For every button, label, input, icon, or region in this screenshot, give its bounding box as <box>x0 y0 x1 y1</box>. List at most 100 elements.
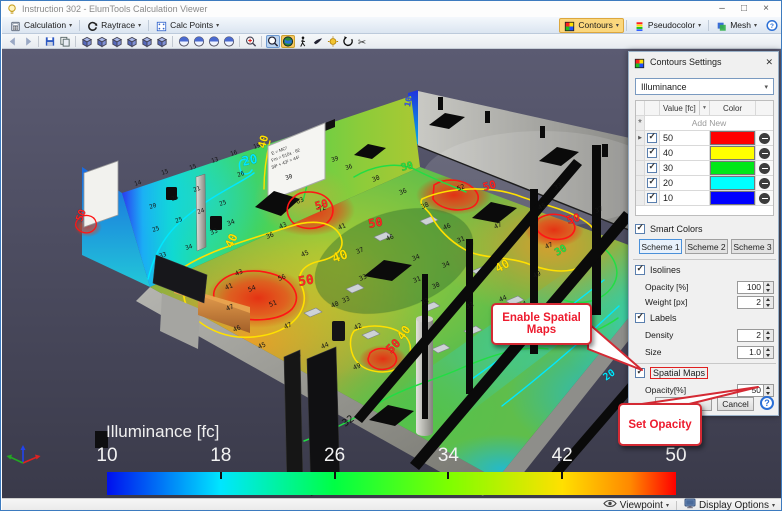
menu-calculation[interactable]: Calculation▾ <box>5 18 77 33</box>
menu-raytrace[interactable]: Raytrace▾ <box>82 18 146 33</box>
menu-separator <box>626 20 627 31</box>
remove-row-button[interactable] <box>759 163 770 174</box>
isolines-label: Isolines <box>650 265 681 275</box>
toolbar-separator <box>239 36 240 47</box>
color-swatch[interactable] <box>710 176 755 190</box>
toolbar-zoom-button[interactable] <box>266 35 280 48</box>
remove-row-button[interactable] <box>759 133 770 144</box>
remove-row-button[interactable] <box>759 178 770 189</box>
value-label: 50 <box>367 215 384 231</box>
toolbar-view-cube-button[interactable] <box>80 35 94 48</box>
toolbar-zoom-window-button[interactable] <box>244 35 258 48</box>
chevron-down-icon: ▾ <box>216 22 219 29</box>
toolbar-sun-button[interactable] <box>326 35 340 48</box>
contour-row[interactable]: ✓30 <box>636 161 773 176</box>
toolbar-view-cube-button[interactable] <box>95 35 109 48</box>
toolbar-copy-button[interactable] <box>58 35 72 48</box>
toolbar-cut-button[interactable]: ✂ <box>356 35 370 48</box>
toolbar-view-cube-button[interactable] <box>140 35 154 48</box>
menu-pseudocolor[interactable]: Pseudocolor▾ <box>629 18 706 33</box>
contour-color-cell <box>710 161 756 175</box>
cancel-button[interactable]: Cancel <box>717 397 754 411</box>
metric-dropdown[interactable]: Illuminance ▾ <box>635 78 774 95</box>
spatial-maps-checkbox[interactable]: ✓ <box>635 368 645 378</box>
toolbar-walk-button[interactable] <box>296 35 310 48</box>
remove-cell <box>756 146 773 160</box>
contour-row-checkbox[interactable]: ✓ <box>647 148 657 158</box>
toolbar-forward-arrow-button[interactable] <box>21 35 35 48</box>
contour-value: 40 <box>660 146 710 160</box>
spinner[interactable] <box>764 384 774 397</box>
color-swatch[interactable] <box>710 146 755 160</box>
value-label: 10 <box>403 96 414 107</box>
contour-value: 10 <box>660 191 710 205</box>
help-icon[interactable]: ? <box>766 19 778 31</box>
maximize-button[interactable]: □ <box>733 2 755 16</box>
contour-row-checkbox[interactable]: ✓ <box>647 178 657 188</box>
toolbar-view-cube-button[interactable] <box>110 35 124 48</box>
column-header-label: Color <box>723 104 742 113</box>
remove-row-button[interactable] <box>759 148 770 159</box>
add-new-row[interactable]: *Add New <box>636 116 773 131</box>
contour-row[interactable]: ✓10 <box>636 191 773 206</box>
spinner[interactable] <box>764 281 774 294</box>
title-bar: Instruction 302 - ElumTools Calculation … <box>2 1 781 17</box>
contour-row-checkbox[interactable]: ✓ <box>647 193 657 203</box>
scheme-button-scheme-3[interactable]: Scheme 3 <box>731 239 774 254</box>
toolbar-orbit-button[interactable] <box>222 35 236 48</box>
contour-row[interactable]: ▶✓50 <box>636 131 773 146</box>
contour-row-checkbox[interactable]: ✓ <box>647 133 657 143</box>
spinner[interactable] <box>764 346 774 359</box>
remove-row-button[interactable] <box>759 193 770 204</box>
toolbar-orbit-button[interactable] <box>177 35 191 48</box>
smart-colors-checkbox[interactable]: ✓ <box>635 224 645 234</box>
menu-calc-points[interactable]: Calc Points▾ <box>151 18 224 33</box>
toolbar-orbit-button[interactable] <box>192 35 206 48</box>
toolbar-fly-button[interactable] <box>311 35 325 48</box>
row-marker <box>636 146 645 160</box>
toolbar-orbit-button[interactable] <box>207 35 221 48</box>
sort-dropdown-icon[interactable]: ▼ <box>699 101 709 115</box>
isolines-opacity-label: Opacity [%] <box>645 282 737 292</box>
toolbar-save-button[interactable] <box>43 35 57 48</box>
spinner[interactable] <box>764 296 774 309</box>
panel-header[interactable]: Contours Settings ✕ <box>629 52 778 72</box>
divider <box>633 363 776 364</box>
toolbar-back-arrow-button[interactable] <box>6 35 20 48</box>
labels-checkbox[interactable]: ✓ <box>635 313 645 323</box>
scheme-button-scheme-2[interactable]: Scheme 2 <box>685 239 728 254</box>
scheme-buttons: Scheme 1Scheme 2Scheme 3 <box>639 239 774 254</box>
menu-contours[interactable]: Contours▾ <box>559 18 624 33</box>
spinner[interactable] <box>764 329 774 342</box>
panel-close-icon[interactable]: ✕ <box>765 57 773 68</box>
labels-density-input[interactable]: 2 <box>737 329 774 342</box>
isolines-opacity-input[interactable]: 100 <box>737 281 774 294</box>
scheme-button-scheme-1[interactable]: Scheme 1 <box>639 239 682 254</box>
display-options-button[interactable]: Display Options ▾ <box>684 498 775 511</box>
row-checkbox-cell: ✓ <box>645 131 660 145</box>
minimize-button[interactable]: – <box>711 2 733 16</box>
legend-tick-label: 50 <box>665 445 686 467</box>
close-button[interactable]: × <box>755 2 777 16</box>
contour-row[interactable]: ✓20 <box>636 176 773 191</box>
contour-row-checkbox[interactable]: ✓ <box>647 163 657 173</box>
toolbar-view-cube-button[interactable] <box>155 35 169 48</box>
toolbar-rotate-button[interactable] <box>341 35 355 48</box>
isolines-weight-input[interactable]: 2 <box>737 296 774 309</box>
callout-set-opacity: Set Opacity <box>618 403 702 446</box>
contour-value: 50 <box>660 131 710 145</box>
viewpoint-button[interactable]: Viewpoint ▾ <box>603 499 669 511</box>
color-swatch[interactable] <box>710 161 755 175</box>
contour-row[interactable]: ✓40 <box>636 146 773 161</box>
color-swatch[interactable] <box>710 191 755 205</box>
menu-mesh[interactable]: Mesh▾ <box>711 18 762 33</box>
toolbar-globe-button[interactable] <box>281 35 295 48</box>
value-label: 50 <box>297 272 315 290</box>
labels-size-input[interactable]: 1.0 <box>737 346 774 359</box>
isolines-checkbox[interactable]: ✓ <box>635 265 645 275</box>
column-header <box>645 101 660 115</box>
toolbar-view-cube-button[interactable] <box>125 35 139 48</box>
panel-help-icon[interactable]: ? <box>760 396 774 410</box>
spatial-maps-opacity-input[interactable]: 50 <box>737 384 774 397</box>
color-swatch[interactable] <box>710 131 755 145</box>
